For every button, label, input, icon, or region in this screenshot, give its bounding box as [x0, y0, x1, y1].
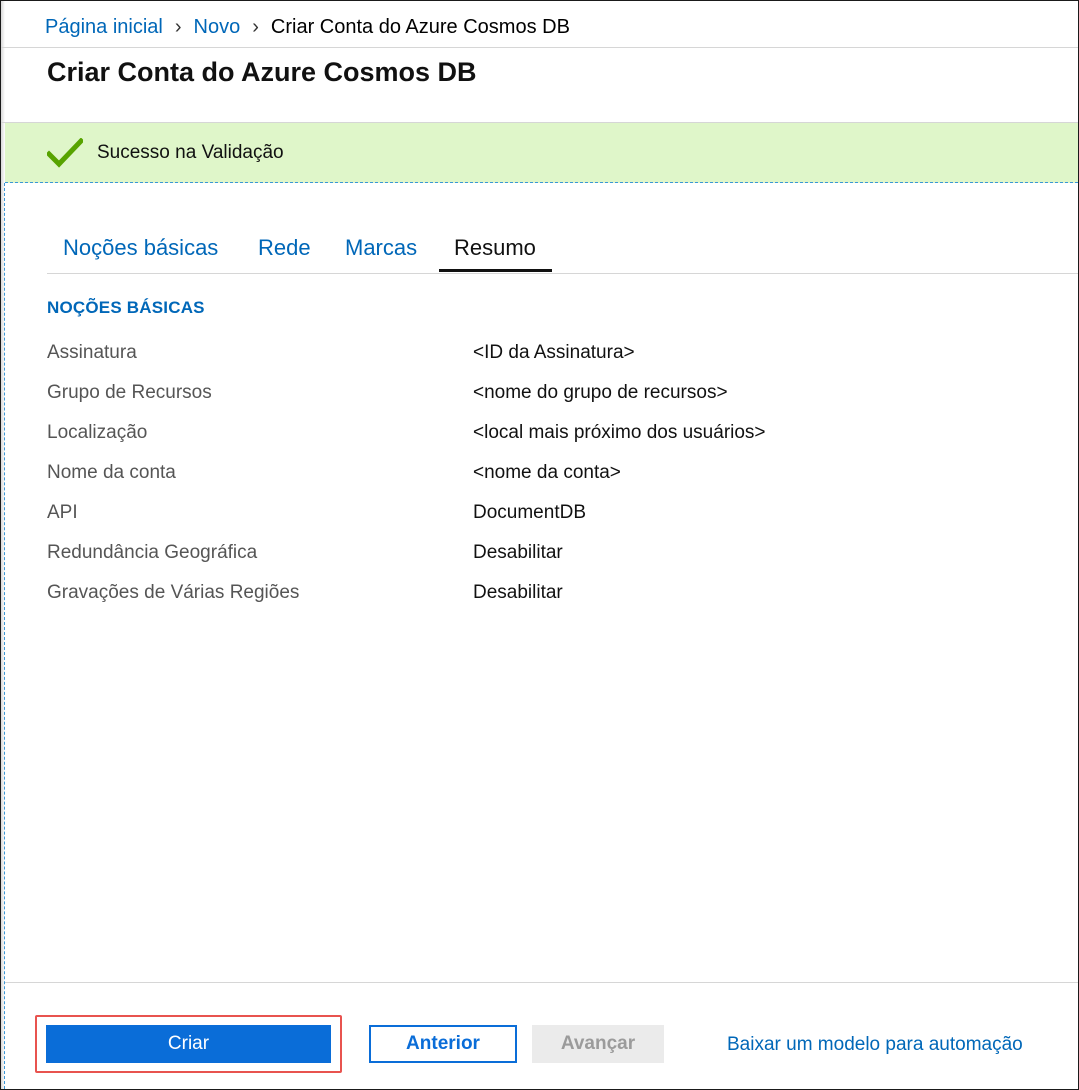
summary-label: Redundância Geográfica: [47, 542, 258, 563]
summary-row: API DocumentDB: [47, 502, 1027, 530]
divider: [1, 47, 1078, 48]
breadcrumb-current: Criar Conta do Azure Cosmos DB: [270, 15, 570, 38]
tab-tags[interactable]: Marcas: [345, 235, 417, 261]
summary-row: Grupo de Recursos <nome do grupo de recu…: [47, 382, 1027, 410]
breadcrumb-home-link[interactable]: Página inicial: [45, 16, 163, 39]
summary-value: <nome do grupo de recursos>: [473, 382, 728, 403]
summary-label: Assinatura: [47, 342, 137, 363]
download-template-link[interactable]: Baixar um modelo para automação: [727, 1034, 1023, 1056]
summary-label: Gravações de Várias Regiões: [47, 582, 300, 603]
create-button[interactable]: Criar: [46, 1025, 331, 1063]
summary-label: Localização: [47, 422, 148, 443]
summary-value: <ID da Assinatura>: [473, 342, 635, 363]
validation-message: Sucesso na Validação: [97, 141, 284, 163]
summary-value: <local mais próximo dos usuários>: [473, 422, 766, 443]
summary-value: DocumentDB: [473, 502, 586, 523]
active-tab-indicator: [439, 269, 552, 272]
summary-label: API: [47, 502, 78, 523]
focus-outline-left: [4, 183, 5, 1089]
summary-row: Localização <local mais próximo dos usuá…: [47, 422, 1027, 450]
summary-row: Nome da conta <nome da conta>: [47, 462, 1027, 490]
next-button: Avançar: [532, 1025, 664, 1063]
chevron-right-icon: ›: [174, 15, 182, 38]
divider: [5, 982, 1078, 983]
summary-row: Assinatura <ID da Assinatura>: [47, 342, 1027, 370]
page-title: Criar Conta do Azure Cosmos DB: [47, 57, 477, 87]
breadcrumb: Página inicial › Novo › Criar Conta do A…: [45, 13, 570, 41]
create-cosmos-account-panel: Página inicial › Novo › Criar Conta do A…: [0, 0, 1079, 1090]
summary-value: Desabilitar: [473, 542, 563, 563]
chevron-right-icon: ›: [252, 15, 259, 38]
summary-row: Redundância Geográfica Desabilitar: [47, 542, 1027, 570]
tab-summary[interactable]: Resumo: [454, 235, 536, 261]
section-heading-basics: NOÇÕES BÁSICAS: [47, 298, 205, 317]
tab-network[interactable]: Rede: [258, 235, 311, 261]
tab-basics[interactable]: Noções básicas: [63, 235, 218, 261]
validation-banner: Sucesso na Validação: [5, 123, 1078, 183]
summary-label: Nome da conta: [47, 462, 176, 483]
summary-value: <nome da conta>: [473, 462, 621, 483]
summary-row: Gravações de Várias Regiões Desabilitar: [47, 582, 1027, 610]
breadcrumb-new-link[interactable]: Novo: [194, 16, 241, 39]
checkmark-icon: [47, 137, 83, 168]
summary-value: Desabilitar: [473, 582, 563, 603]
summary-label: Grupo de Recursos: [47, 382, 212, 403]
tab-bar: Noções básicas Rede Marcas Resumo: [47, 229, 1078, 274]
previous-button[interactable]: Anterior: [369, 1025, 517, 1063]
